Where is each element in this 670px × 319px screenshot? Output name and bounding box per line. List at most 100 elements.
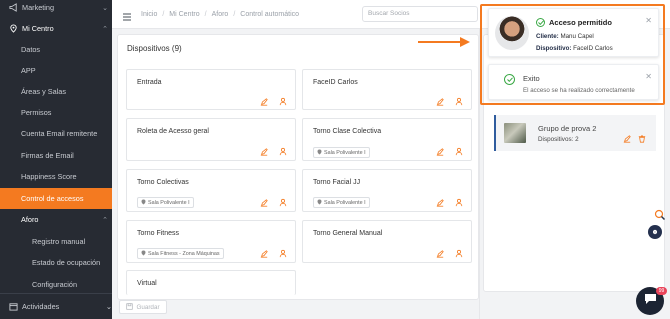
group-card[interactable]: Grupo de prova 2 Dispositivos: 2 — [494, 115, 656, 151]
toast-device-line: Dispositivo: FaceID Carlos — [536, 45, 613, 52]
sidebar-item-aforo[interactable]: Aforo ⌃ — [0, 209, 112, 230]
sidebar-item-happiness-score[interactable]: Happiness Score — [0, 166, 112, 187]
edit-icon[interactable] — [259, 198, 268, 207]
close-icon[interactable]: ✕ — [645, 16, 652, 25]
sidebar-item-label: Áreas y Salas — [21, 87, 67, 96]
user-icon[interactable] — [454, 198, 463, 207]
card-actions — [435, 97, 463, 106]
success-toast: Exito El acceso se ha realizado correcta… — [488, 64, 659, 100]
sidebar-item-cuenta-email[interactable]: Cuenta Email remitente — [0, 123, 112, 144]
megaphone-icon — [8, 3, 18, 13]
sidebar-item-registro-manual[interactable]: Registro manual — [0, 231, 112, 252]
device-name: Torno Fitness — [137, 230, 180, 237]
sidebar-item-areas-salas[interactable]: Áreas y Salas — [0, 81, 112, 102]
sidebar-item-label: Permisos — [21, 108, 52, 117]
avatar — [495, 16, 529, 50]
sidebar: Marketing ⌄ Mi Centro ⌃ Datos APP Áreas … — [0, 0, 112, 319]
sidebar-item-datos[interactable]: Datos — [0, 39, 112, 60]
device-card[interactable]: Torno Fitness Sala Fitness - Zona Máquin… — [126, 220, 296, 263]
close-icon[interactable]: ✕ — [645, 72, 652, 81]
device-name: Torno General Manual — [313, 230, 383, 237]
search-input[interactable]: Buscar Socios — [362, 6, 478, 22]
device-name: Entrada — [137, 79, 162, 86]
accessibility-icon[interactable] — [654, 208, 666, 221]
room-tag-label: Sala Polivalente I — [324, 150, 366, 156]
device-label: Dispositivo: — [536, 45, 572, 52]
chevron-down-icon: ⌄ — [105, 302, 112, 311]
device-card[interactable]: FaceID Carlos — [302, 69, 472, 110]
device-name: Torno Clase Colectiva — [313, 128, 382, 135]
user-icon[interactable] — [278, 249, 287, 258]
room-tag: Sala Polivalente I — [137, 197, 194, 208]
save-button[interactable]: Guardar — [119, 300, 167, 314]
breadcrumb-item[interactable]: Mi Centro — [169, 11, 199, 18]
device-card[interactable]: Torno General Manual — [302, 220, 472, 263]
sidebar-item-estado-ocupacion[interactable]: Estado de ocupación — [0, 252, 112, 273]
sidebar-item-configuracion[interactable]: Configuración — [0, 274, 112, 295]
card-actions — [259, 147, 287, 156]
menu-icon[interactable] — [122, 9, 132, 21]
breadcrumb: Inicio / Mi Centro / Aforo / Control aut… — [141, 11, 299, 18]
device-card[interactable]: Torno Clase Colectiva Sala Polivalente I — [302, 118, 472, 161]
edit-icon[interactable] — [435, 198, 444, 207]
card-actions — [435, 147, 463, 156]
sidebar-item-marketing[interactable]: Marketing ⌄ — [0, 0, 112, 18]
device-name: Virtual — [137, 280, 157, 287]
sidebar-item-label: Datos — [21, 45, 41, 54]
sidebar-item-label: Aforo — [21, 215, 39, 224]
sidebar-item-mi-centro[interactable]: Mi Centro ⌃ — [0, 18, 112, 39]
sidebar-item-permisos[interactable]: Permisos — [0, 102, 112, 123]
sidebar-item-firmas-email[interactable]: Firmas de Email — [0, 145, 112, 166]
sidebar-item-label: Registro manual — [32, 237, 86, 246]
device-card[interactable]: Torno Colectivas Sala Polivalente I — [126, 169, 296, 212]
user-icon[interactable] — [278, 198, 287, 207]
user-icon[interactable] — [454, 249, 463, 258]
sidebar-item-label: Actividades — [22, 302, 60, 311]
user-icon[interactable] — [454, 147, 463, 156]
device-card[interactable]: Entrada — [126, 69, 296, 110]
breadcrumb-separator: / — [233, 10, 236, 18]
chat-badge: 99 — [656, 287, 667, 295]
edit-icon[interactable] — [435, 249, 444, 258]
group-name: Grupo de prova 2 — [538, 124, 597, 133]
toast-message: El acceso se ha realizado correctamente — [523, 87, 635, 94]
sidebar-item-label: Mi Centro — [22, 24, 54, 33]
card-actions — [259, 198, 287, 207]
user-icon[interactable] — [278, 147, 287, 156]
sidebar-item-actividades[interactable]: Actividades ⌄ — [0, 293, 112, 319]
edit-icon[interactable] — [435, 147, 444, 156]
location-pin-icon — [317, 199, 322, 207]
breadcrumb-item[interactable]: Inicio — [141, 11, 157, 18]
edit-icon[interactable] — [259, 97, 268, 106]
card-actions — [435, 249, 463, 258]
breadcrumb-item: Control automático — [240, 10, 300, 18]
device-card[interactable]: Virtual — [126, 270, 296, 295]
card-actions — [259, 249, 287, 258]
location-pin-icon — [8, 24, 18, 34]
room-tag-label: Sala Polivalente I — [148, 200, 190, 206]
check-circle-icon — [504, 74, 515, 85]
sidebar-item-app[interactable]: APP — [0, 60, 112, 81]
device-card[interactable]: Roleta de Acesso geral — [126, 118, 296, 161]
edit-icon[interactable] — [259, 147, 268, 156]
group-image — [504, 123, 526, 143]
sidebar-item-label: Control de accesos — [21, 194, 84, 203]
breadcrumb-separator: / — [204, 10, 207, 18]
device-card[interactable]: Torno Facial JJ Sala Polivalente I — [302, 169, 472, 212]
assistant-icon[interactable]: ☻ — [648, 225, 662, 239]
room-tag: Sala Polivalente I — [313, 197, 370, 208]
user-icon[interactable] — [278, 97, 287, 106]
sidebar-item-control-accesos[interactable]: Control de accesos — [0, 188, 112, 209]
edit-icon[interactable] — [435, 97, 444, 106]
room-tag: Sala Polivalente I — [313, 147, 370, 158]
edit-icon[interactable] — [259, 249, 268, 258]
chevron-up-icon: ⌃ — [102, 216, 108, 224]
group-device-count: Dispositivos: 2 — [538, 136, 579, 143]
sidebar-item-label: APP — [21, 66, 36, 75]
trash-icon[interactable] — [638, 130, 646, 148]
breadcrumb-item[interactable]: Aforo — [212, 11, 229, 18]
client-label: Cliente: — [536, 33, 559, 40]
user-icon[interactable] — [454, 97, 463, 106]
chat-icon — [644, 292, 657, 310]
edit-icon[interactable] — [623, 130, 631, 148]
